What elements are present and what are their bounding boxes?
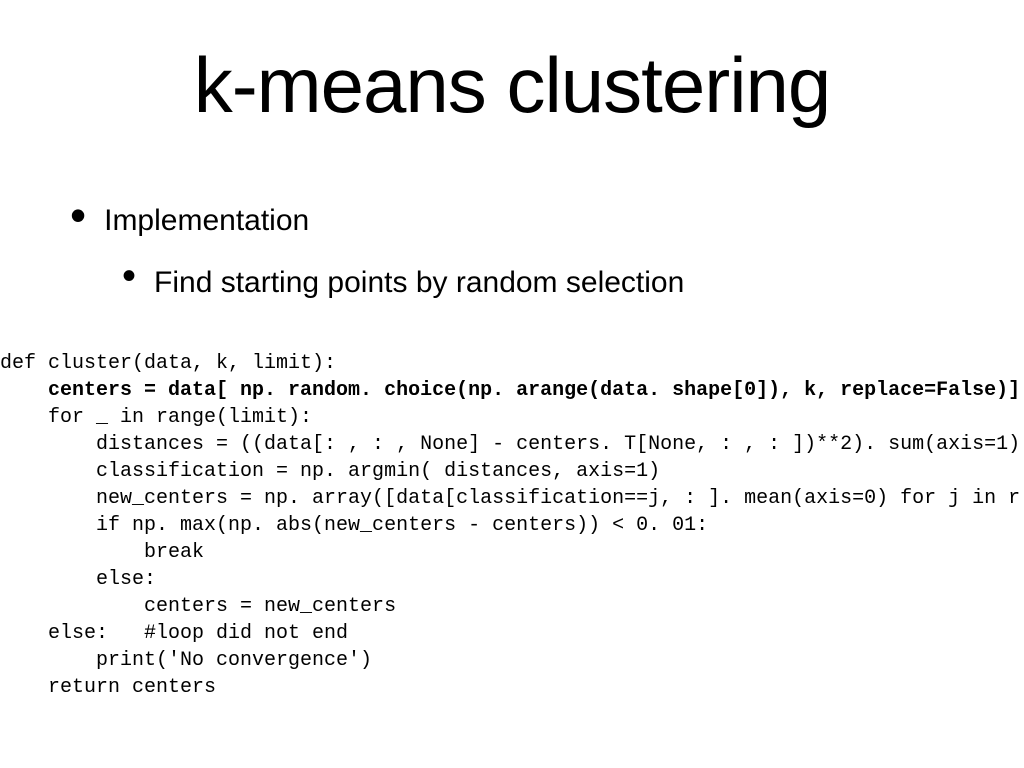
bullet-list: • Implementation • Find starting points … <box>70 200 984 302</box>
code-line: new_centers = np. array([data[classifica… <box>0 487 1020 510</box>
code-line: if np. max(np. abs(new_centers - centers… <box>0 514 708 537</box>
code-line: for _ in range(limit): <box>0 406 312 429</box>
bullet-text: Find starting points by random selection <box>154 262 684 302</box>
code-line: print('No convergence') <box>0 649 372 672</box>
bullet-level-1: • Implementation <box>70 200 984 240</box>
code-block: def cluster(data, k, limit): centers = d… <box>0 350 1020 701</box>
code-line: return centers <box>0 676 216 699</box>
code-line-highlight: centers = data[ np. random. choice(np. a… <box>0 379 1020 402</box>
slide-title: k-means clustering <box>0 40 1024 131</box>
code-line: classification = np. argmin( distances, … <box>0 460 660 483</box>
bullet-dot-icon: • <box>122 262 136 290</box>
code-line: break <box>0 541 204 564</box>
code-line: def cluster(data, k, limit): <box>0 352 336 375</box>
bullet-dot-icon: • <box>70 200 86 230</box>
code-line: distances = ((data[: , : , None] - cente… <box>0 433 1020 456</box>
bullet-text: Implementation <box>104 200 309 240</box>
code-line: else: <box>0 568 156 591</box>
code-line: centers = new_centers <box>0 595 396 618</box>
slide: k-means clustering • Implementation • Fi… <box>0 0 1024 768</box>
code-line: else: #loop did not end <box>0 622 348 645</box>
bullet-level-2: • Find starting points by random selecti… <box>122 262 984 302</box>
